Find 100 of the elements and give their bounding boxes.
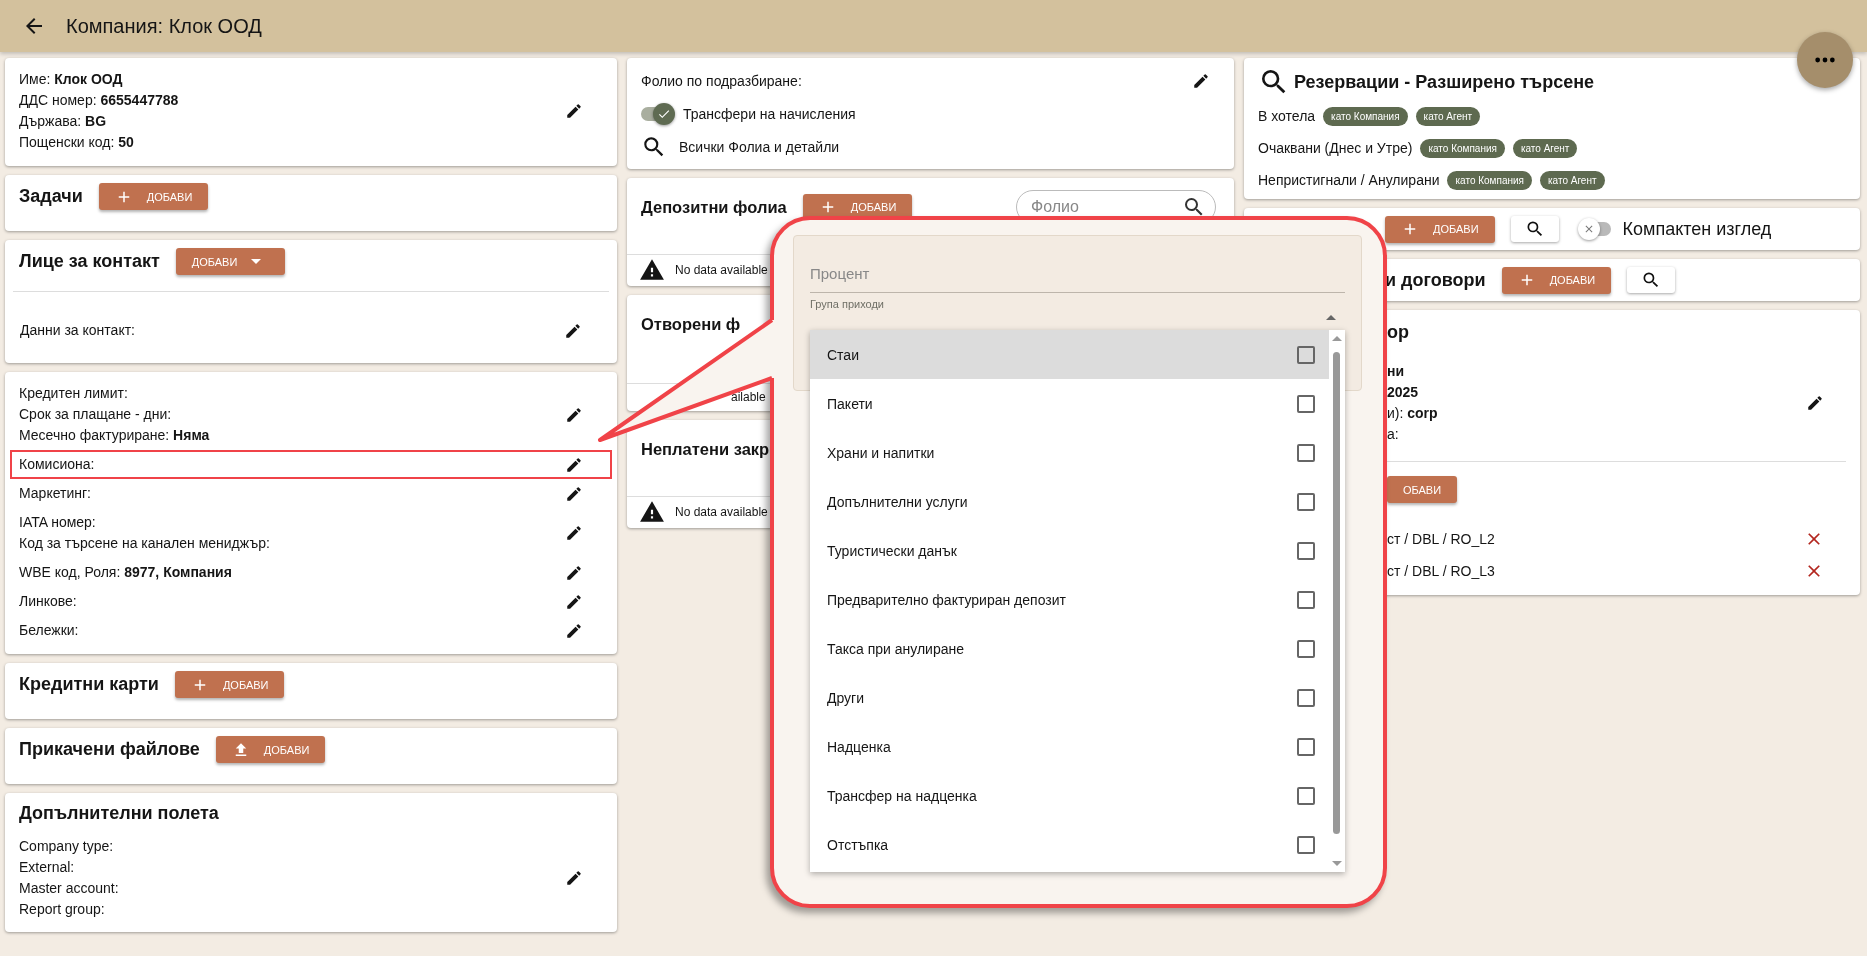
field-text: Данни за контакт: [20, 321, 135, 340]
field-text: Report group: [19, 900, 106, 919]
card-title: Задачи [19, 186, 83, 207]
add-button[interactable]: ДОБАВИ [174, 671, 285, 698]
warning-icon [639, 499, 665, 525]
checkbox[interactable] [1297, 394, 1315, 413]
add-button[interactable]: ОБАВИ [1387, 476, 1458, 503]
checkbox[interactable] [1297, 786, 1315, 805]
filter-chip[interactable]: като Агент [1512, 138, 1578, 158]
card-title: ор [1387, 322, 1409, 342]
caret-icon [1326, 315, 1336, 320]
rate-item: ст / DBL / RO_L3 [1387, 563, 1495, 579]
field-text: Месечно фактуриране: Няма [19, 426, 210, 445]
percent-field[interactable]: Процент [810, 254, 1345, 293]
field-text: Линкове: [19, 592, 77, 611]
card-title: Допълнителни полета [19, 803, 220, 824]
warning-icon [639, 257, 665, 283]
field-text: External: [19, 858, 76, 877]
more-icon [1814, 56, 1836, 64]
edit-icon[interactable] [1806, 394, 1824, 412]
toggle-label: Трансфери на начисления [683, 105, 856, 122]
edit-icon[interactable] [565, 102, 583, 120]
checkbox[interactable] [1297, 835, 1315, 854]
card-title: Лице за контакт [19, 251, 160, 272]
field-text: IATA номер: [19, 513, 97, 532]
checkbox[interactable] [1297, 541, 1315, 560]
field-text: Фолио по подразбиране: [641, 72, 802, 89]
dropdown-option[interactable]: Пакети [810, 379, 1329, 428]
field-text: 2025 [1387, 383, 1420, 402]
filter-chip[interactable]: като Компания [1323, 106, 1408, 126]
field-text: Master account: [19, 879, 119, 898]
edit-icon[interactable] [565, 592, 583, 611]
search-button[interactable] [1627, 267, 1676, 293]
page-title: Компания: Клок ООД [66, 14, 262, 38]
filter-label: В хотела [1258, 108, 1316, 124]
card-title: Депозитни фолиа [641, 197, 787, 217]
filter-chip[interactable]: като Компания [1447, 170, 1532, 190]
dropdown-option[interactable]: Такса при анулиране [810, 624, 1329, 673]
checkbox[interactable] [1297, 345, 1315, 364]
edit-icon[interactable] [565, 563, 583, 582]
field-text: Държава: BG [19, 112, 107, 131]
card-title: Кредитни карти [19, 674, 159, 695]
field-text: Бележки: [19, 621, 79, 640]
dropdown-option[interactable]: Трансфер на надценка [810, 771, 1329, 820]
search-button[interactable] [1510, 216, 1559, 242]
checkbox[interactable] [1297, 688, 1315, 707]
scroll-down-icon[interactable] [1332, 861, 1342, 866]
folios-link[interactable]: Всички Фолиа и детайли [679, 138, 840, 155]
filter-chip[interactable]: като Компания [1420, 138, 1505, 158]
dropdown-option[interactable]: Стаи [810, 330, 1329, 379]
dropdown-option[interactable]: Допълнителни услуги [810, 477, 1329, 526]
checkbox[interactable] [1297, 737, 1315, 756]
field-text: WBE код, Роля: 8977, Компания [19, 563, 232, 582]
field-text: Комисиона: [19, 455, 95, 474]
edit-icon[interactable] [1192, 71, 1210, 90]
filter-label: Очаквани (Днес и Утре) [1258, 140, 1413, 156]
dropdown-option[interactable]: Отстъпка [810, 820, 1329, 869]
dropdown-option[interactable]: Надценка [810, 722, 1329, 771]
field-text: а: [1387, 425, 1400, 444]
field-text: ДДС номер: 6655447788 [19, 91, 179, 110]
checkbox[interactable] [1297, 590, 1315, 609]
filter-chip[interactable]: като Агент [1540, 170, 1605, 190]
dropdown-option[interactable]: Храни и напитки [810, 428, 1329, 477]
card-title: Неплатени закр [641, 439, 770, 459]
empty-message: No data available [675, 263, 768, 277]
empty-message: ailable [731, 390, 766, 404]
scroll-up-icon[interactable] [1332, 336, 1342, 341]
edit-icon[interactable] [565, 484, 583, 503]
card-title: Прикачени файлове [19, 739, 200, 760]
checkbox[interactable] [1297, 443, 1315, 462]
checkbox[interactable] [1297, 639, 1315, 658]
add-button[interactable]: ДОБАВИ [1501, 266, 1612, 294]
rate-item: ст / DBL / RO_L2 [1387, 531, 1495, 547]
edit-icon[interactable] [565, 621, 583, 640]
toggle-label: Компактен изглед [1622, 218, 1772, 240]
add-button[interactable]: ДОБАВИ [175, 248, 286, 275]
field-text: ни [1387, 362, 1406, 381]
field-text: и): corp [1387, 404, 1438, 423]
filter-chip[interactable]: като Агент [1415, 106, 1481, 126]
card-title: Резервации - Разширено търсене [1294, 71, 1595, 93]
card-title: Отворени ф [641, 314, 741, 334]
add-button[interactable]: ДОБАВИ [215, 736, 326, 763]
dropdown-option[interactable]: Други [810, 673, 1329, 722]
field-text: Кредитен лимит: [19, 384, 129, 403]
field-text: Име: Клок ООД [19, 70, 124, 89]
field-text: Маркетинг: [19, 484, 91, 503]
edit-icon[interactable] [565, 869, 583, 887]
add-button[interactable]: ДОБАВИ [1385, 215, 1495, 243]
edit-icon[interactable] [564, 321, 582, 340]
select-label: Група приходи [810, 298, 884, 310]
filter-label: Непристигнали / Анулирани [1258, 172, 1440, 188]
edit-icon[interactable] [565, 524, 583, 542]
add-button[interactable]: ДОБАВИ [98, 183, 209, 210]
dropdown-option[interactable]: Туристически данък [810, 526, 1329, 575]
caret-icon [251, 259, 262, 264]
field-text: Company type: [19, 837, 115, 856]
edit-icon[interactable] [565, 455, 583, 474]
edit-icon[interactable] [565, 405, 583, 424]
dropdown-option[interactable]: Предварително фактуриран депозит [810, 575, 1329, 624]
checkbox[interactable] [1297, 492, 1315, 511]
